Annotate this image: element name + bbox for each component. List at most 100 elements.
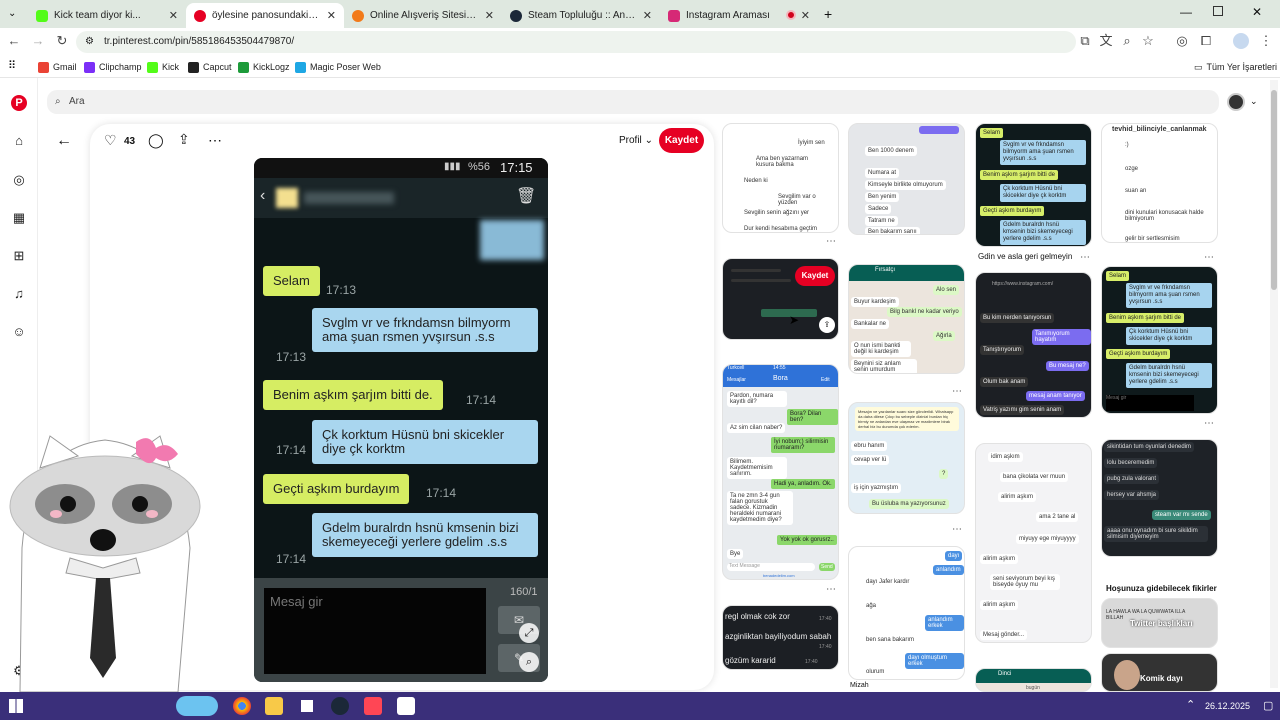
back-icon[interactable]: ← <box>6 33 22 49</box>
address-bar[interactable]: ⚙ tr.pinterest.com/pin/58518645350447987… <box>76 31 1076 53</box>
extension-icon[interactable]: ◎ <box>1174 33 1190 49</box>
explore-icon[interactable]: ◎ <box>11 172 27 188</box>
puzzle-icon[interactable]: ⧠ <box>1198 33 1214 49</box>
pin-tile[interactable]: Selam Svglm vr ve frkndamsn bilmyorm ama… <box>975 123 1092 247</box>
pin-tile[interactable]: tevhid_bilinciyle_canlanmak :) ozge suan… <box>1101 123 1218 243</box>
bookmark-gmail[interactable]: Gmail <box>38 59 77 75</box>
install-icon[interactable]: ⧉ <box>1077 33 1093 49</box>
close-icon[interactable]: ✕ <box>327 9 336 22</box>
scrollbar-thumb[interactable] <box>1271 90 1277 290</box>
more-icon[interactable]: ⋯ <box>1204 252 1214 263</box>
home-icon[interactable]: ⌂ <box>11 133 27 149</box>
visual-search-icon[interactable]: ⌕ <box>519 652 539 672</box>
pinterest-logo-icon[interactable]: P <box>11 95 27 111</box>
share-icon[interactable]: ⇪ <box>819 317 835 333</box>
all-bookmarks[interactable]: ▭ Tüm Yer İşaretleri <box>1194 59 1277 75</box>
bookmark-clipchamp[interactable]: Clipchamp <box>84 59 142 75</box>
pin-tile[interactable]: dayı dayı Jafer kardır anlandım ağa anla… <box>848 546 965 680</box>
tab-search-icon[interactable]: ⌄ <box>8 8 16 19</box>
trash-icon[interactable]: 🗑 <box>516 186 536 206</box>
tray-chevron-icon[interactable]: ⌃ <box>1186 698 1195 711</box>
pin-tile[interactable]: https://www.instagram.com/ Bu kim nerden… <box>975 272 1092 418</box>
close-icon[interactable]: ✕ <box>643 9 652 22</box>
messages-icon[interactable]: ☺ <box>11 324 27 340</box>
widgets-icon[interactable] <box>176 696 218 716</box>
bookmark-magic-poser[interactable]: Magic Poser Web <box>295 59 381 75</box>
share-icon[interactable]: ⇪ <box>178 131 190 148</box>
boards-icon[interactable]: ▦ <box>11 210 27 226</box>
profile-dropdown[interactable]: Profil ⌄ <box>619 135 653 146</box>
more-options-icon[interactable]: ⋯ <box>208 132 222 149</box>
more-icon[interactable]: ⋯ <box>952 386 962 397</box>
steam-icon[interactable] <box>331 697 349 715</box>
more-icon[interactable]: ⋯ <box>1080 252 1090 263</box>
forward-icon[interactable]: → <box>30 33 46 49</box>
search-input[interactable]: ⌕ Ara <box>47 90 1219 114</box>
minimize-icon[interactable]: — <box>1180 5 1192 19</box>
close-icon[interactable]: ✕ <box>801 9 810 22</box>
new-tab-icon[interactable]: + <box>824 6 832 22</box>
comment-icon[interactable]: ◯ <box>148 132 164 149</box>
notifications-icon[interactable]: ♫ <box>11 286 27 302</box>
pin-tile[interactable]: Selam Svglm vr ve frkndamsn bilmyorm ama… <box>1101 266 1218 414</box>
zoom-icon[interactable]: ⌕ <box>1119 33 1135 49</box>
notification-icon[interactable]: ▢ <box>1263 699 1273 712</box>
tab-shopping[interactable]: Online Alışveriş Sitesi, Türkiye'n ✕ <box>344 3 502 28</box>
pin-image[interactable]: ▮▮▮ %56 17:15 ‹ 🗑 Selam 17:13 Svglm vr v… <box>254 158 548 682</box>
valorant-icon[interactable] <box>364 697 382 715</box>
close-window-icon[interactable]: ✕ <box>1252 5 1262 19</box>
bookmark-kick[interactable]: Kick <box>147 59 179 75</box>
pin-tile[interactable]: idim aşkım bana çikolata ver muun alirim… <box>975 443 1092 643</box>
pin-tile[interactable]: Ben 1000 denem Numara at Kimseyle birlik… <box>848 123 965 235</box>
pin-tile[interactable]: LA HAWLA WA LA QUWWATA ILLA BILLAH Twitt… <box>1101 598 1218 648</box>
pin-tile[interactable]: Kaydet ⇪ <box>722 258 839 340</box>
document-icon[interactable] <box>397 697 415 715</box>
chrome-icon[interactable] <box>233 697 251 715</box>
pin-tile[interactable]: regl olmak cok zor 17:40 azginliktan bay… <box>722 605 839 670</box>
more-icon[interactable]: ⋯ <box>826 584 836 595</box>
more-icon[interactable]: ⋯ <box>1204 418 1214 429</box>
pin-tile[interactable]: Turkcell 14:55 Mesajlar Bora Edit Pardon… <box>722 364 839 580</box>
tab-instagram[interactable]: Instagram Araması ✕ <box>660 3 818 28</box>
tile-save-button[interactable]: Kaydet <box>795 266 835 286</box>
profile-avatar-icon[interactable] <box>1233 33 1249 49</box>
pin-tile[interactable]: Dinci bugün <box>975 668 1092 692</box>
more-icon[interactable]: ⋯ <box>952 524 962 535</box>
back-arrow-icon[interactable]: ← <box>56 132 72 150</box>
pin-tile[interactable]: Mesajın ve yazılanlar suanı size gönderi… <box>848 402 965 514</box>
tile-text: Gdelm buralrdn hsnü kmsenin bizi skemeye… <box>1000 220 1086 245</box>
close-icon[interactable]: ✕ <box>485 9 494 22</box>
translate-icon[interactable]: 文 <box>1098 33 1114 49</box>
pin-tile[interactable]: Komik dayı <box>1101 653 1218 692</box>
back-chevron-icon[interactable]: ‹ <box>260 187 265 205</box>
windows-start-icon[interactable] <box>9 699 23 713</box>
tile-text: Svglm vr ve frkndamsn bilmyorm ama şuan … <box>1126 283 1212 308</box>
create-icon[interactable]: ⊞ <box>11 248 27 264</box>
expand-icon[interactable]: ⤢ <box>519 623 539 643</box>
save-button[interactable]: Kaydet <box>659 128 704 153</box>
close-icon[interactable]: ✕ <box>169 9 178 22</box>
file-explorer-icon[interactable] <box>265 697 283 715</box>
maximize-icon[interactable] <box>1213 6 1223 16</box>
bookmark-capcut[interactable]: Capcut <box>188 59 232 75</box>
pin-tile[interactable]: Fırsatçı Alo sen Buyur kardeşim Bilg ban… <box>848 264 965 374</box>
page-scrollbar[interactable] <box>1270 80 1278 688</box>
user-avatar[interactable] <box>1227 93 1245 111</box>
reload-icon[interactable]: ↻ <box>54 33 70 49</box>
tab-pinterest[interactable]: öylesine panosundaki Pin ✕ <box>186 3 344 28</box>
chevron-down-icon[interactable]: ⌄ <box>1250 96 1258 107</box>
bookmark-star-icon[interactable]: ☆ <box>1140 33 1156 49</box>
more-icon[interactable]: ⋯ <box>826 236 836 247</box>
apps-icon[interactable]: ⠿ <box>8 59 16 72</box>
pin-tile[interactable]: İyiyim sen Ama ben yazarnam kusura bakma… <box>722 123 839 233</box>
notepad-icon[interactable] <box>298 697 316 715</box>
tile-text: Komik dayı <box>1140 674 1183 683</box>
menu-icon[interactable]: ⋮ <box>1258 33 1274 49</box>
heart-icon[interactable]: ♡ <box>104 132 117 149</box>
site-info-icon[interactable]: ⚙ <box>85 31 94 53</box>
bookmark-kicklogz[interactable]: KickLogz <box>238 59 290 75</box>
message-input[interactable]: Mesaj gir <box>264 588 486 674</box>
pin-tile[interactable]: sikintidan tum oyunlari denedim lolu bec… <box>1101 439 1218 557</box>
tab-kick[interactable]: Kick team diyor ki... ✕ <box>28 3 186 28</box>
tab-steam[interactable]: Steam Topluluğu :: Anı 48 yea ✕ <box>502 3 660 28</box>
